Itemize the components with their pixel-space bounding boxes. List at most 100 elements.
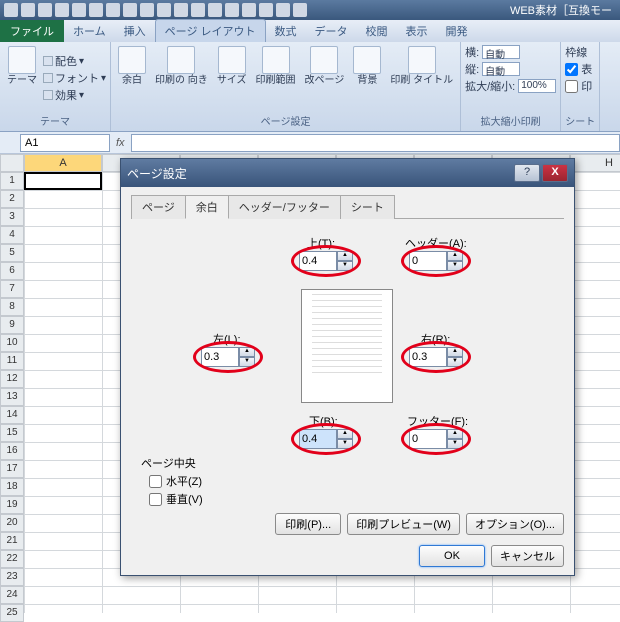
- up-arrow-icon[interactable]: ▲: [337, 251, 353, 261]
- column-header[interactable]: A: [24, 154, 102, 172]
- fonts-button[interactable]: フォント ▾: [43, 70, 106, 86]
- formula-input[interactable]: [131, 134, 620, 152]
- qat-icon[interactable]: [4, 3, 18, 17]
- header-spinner[interactable]: ▲▼: [409, 251, 463, 271]
- print-area-button[interactable]: 印刷範囲: [253, 44, 299, 112]
- tab-home[interactable]: ホーム: [64, 20, 115, 42]
- scale-field[interactable]: 100%: [518, 79, 556, 93]
- header-input[interactable]: [409, 251, 447, 271]
- qat-icon[interactable]: [21, 3, 35, 17]
- tab-page[interactable]: ページ: [131, 195, 186, 219]
- tab-data[interactable]: データ: [306, 20, 357, 42]
- tab-dev[interactable]: 開発: [437, 20, 477, 42]
- tab-file[interactable]: ファイル: [0, 20, 64, 42]
- top-spinner[interactable]: ▲▼: [299, 251, 353, 271]
- height-field[interactable]: 自動: [482, 62, 520, 76]
- center-vert-checkbox[interactable]: [149, 493, 162, 506]
- print-button[interactable]: 印刷(P)...: [275, 513, 341, 535]
- row-header[interactable]: 6: [0, 262, 24, 280]
- right-input[interactable]: [409, 347, 447, 367]
- center-horiz-checkbox[interactable]: [149, 475, 162, 488]
- help-button[interactable]: ?: [514, 164, 540, 182]
- close-button[interactable]: X: [542, 164, 568, 182]
- up-arrow-icon[interactable]: ▲: [337, 429, 353, 439]
- row-header[interactable]: 1: [0, 172, 24, 190]
- options-button[interactable]: オプション(O)...: [466, 513, 564, 535]
- select-all-corner[interactable]: [0, 154, 24, 172]
- row-header[interactable]: 23: [0, 568, 24, 586]
- qat-icon[interactable]: [259, 3, 273, 17]
- up-arrow-icon[interactable]: ▲: [239, 347, 255, 357]
- down-arrow-icon[interactable]: ▼: [447, 357, 463, 367]
- ok-button[interactable]: OK: [419, 545, 485, 567]
- left-spinner[interactable]: ▲▼: [201, 347, 255, 367]
- background-button[interactable]: 背景: [350, 44, 384, 112]
- active-cell[interactable]: [24, 172, 102, 190]
- qat-icon[interactable]: [225, 3, 239, 17]
- qat-icon[interactable]: [293, 3, 307, 17]
- row-header[interactable]: 17: [0, 460, 24, 478]
- qat-icon[interactable]: [89, 3, 103, 17]
- qat-icon[interactable]: [191, 3, 205, 17]
- down-arrow-icon[interactable]: ▼: [239, 357, 255, 367]
- row-header[interactable]: 16: [0, 442, 24, 460]
- row-header[interactable]: 10: [0, 334, 24, 352]
- top-input[interactable]: [299, 251, 337, 271]
- print-titles-button[interactable]: 印刷 タイトル: [387, 44, 456, 112]
- row-header[interactable]: 21: [0, 532, 24, 550]
- up-arrow-icon[interactable]: ▲: [447, 251, 463, 261]
- column-header[interactable]: H: [570, 154, 620, 172]
- row-header[interactable]: 24: [0, 586, 24, 604]
- down-arrow-icon[interactable]: ▼: [337, 261, 353, 271]
- tab-review[interactable]: 校閲: [357, 20, 397, 42]
- down-arrow-icon[interactable]: ▼: [447, 439, 463, 449]
- qat-icon[interactable]: [242, 3, 256, 17]
- cancel-button[interactable]: キャンセル: [491, 545, 564, 567]
- qat-icon[interactable]: [276, 3, 290, 17]
- row-header[interactable]: 19: [0, 496, 24, 514]
- down-arrow-icon[interactable]: ▼: [337, 439, 353, 449]
- row-header[interactable]: 3: [0, 208, 24, 226]
- tab-header-footer[interactable]: ヘッダー/フッター: [228, 195, 341, 219]
- row-header[interactable]: 22: [0, 550, 24, 568]
- gridlines-view-checkbox[interactable]: [565, 63, 578, 76]
- tab-formula[interactable]: 数式: [266, 20, 306, 42]
- tab-insert[interactable]: 挿入: [115, 20, 155, 42]
- row-header[interactable]: 7: [0, 280, 24, 298]
- qat-icon[interactable]: [123, 3, 137, 17]
- row-header[interactable]: 2: [0, 190, 24, 208]
- dialog-titlebar[interactable]: ページ設定 ? X: [121, 159, 574, 187]
- row-header[interactable]: 8: [0, 298, 24, 316]
- width-field[interactable]: 自動: [482, 45, 520, 59]
- right-spinner[interactable]: ▲▼: [409, 347, 463, 367]
- qat-icon[interactable]: [208, 3, 222, 17]
- margins-button[interactable]: 余白: [115, 44, 149, 112]
- qat-icon[interactable]: [140, 3, 154, 17]
- row-header[interactable]: 14: [0, 406, 24, 424]
- breaks-button[interactable]: 改ページ: [302, 44, 348, 112]
- colors-button[interactable]: 配色 ▾: [43, 53, 106, 69]
- effects-button[interactable]: 効果 ▾: [43, 87, 106, 103]
- qat-icon[interactable]: [72, 3, 86, 17]
- qat-icon[interactable]: [38, 3, 52, 17]
- bottom-input[interactable]: [299, 429, 337, 449]
- row-header[interactable]: 12: [0, 370, 24, 388]
- bottom-spinner[interactable]: ▲▼: [299, 429, 353, 449]
- tab-sheet[interactable]: シート: [340, 195, 395, 219]
- qat-icon[interactable]: [55, 3, 69, 17]
- qat-icon[interactable]: [106, 3, 120, 17]
- row-header[interactable]: 13: [0, 388, 24, 406]
- row-header[interactable]: 15: [0, 424, 24, 442]
- row-header[interactable]: 25: [0, 604, 24, 622]
- name-box[interactable]: A1: [20, 134, 110, 152]
- gridlines-print-checkbox[interactable]: [565, 80, 578, 93]
- row-header[interactable]: 11: [0, 352, 24, 370]
- down-arrow-icon[interactable]: ▼: [447, 261, 463, 271]
- row-header[interactable]: 20: [0, 514, 24, 532]
- row-header[interactable]: 5: [0, 244, 24, 262]
- footer-spinner[interactable]: ▲▼: [409, 429, 463, 449]
- left-input[interactable]: [201, 347, 239, 367]
- row-header[interactable]: 18: [0, 478, 24, 496]
- row-header[interactable]: 9: [0, 316, 24, 334]
- tab-margins[interactable]: 余白: [185, 195, 229, 219]
